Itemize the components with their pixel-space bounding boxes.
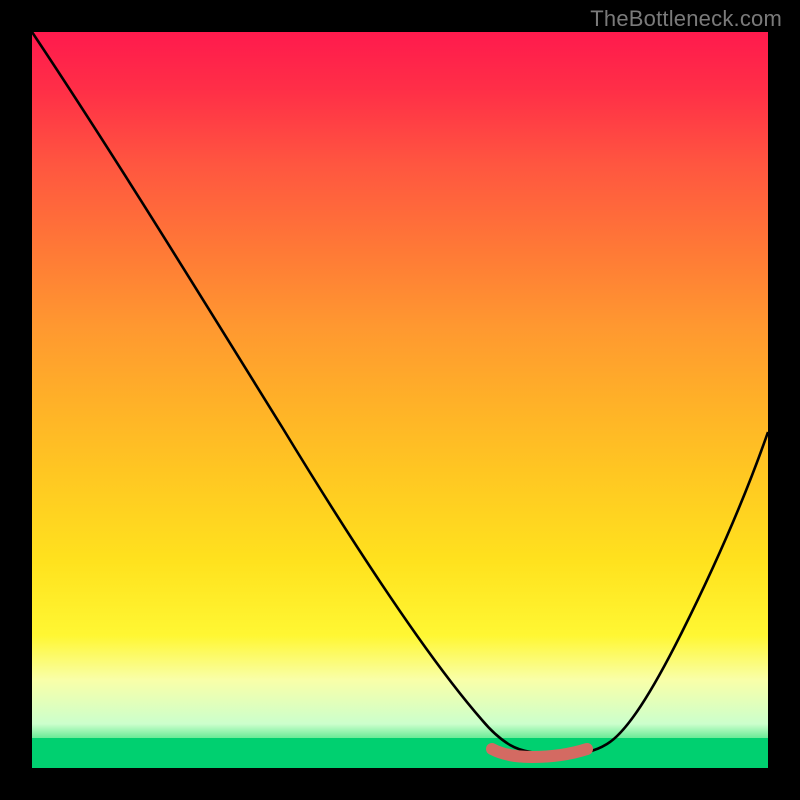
plot-area (32, 32, 768, 768)
chart-svg (32, 32, 768, 768)
optimal-range-highlight (492, 749, 587, 757)
bottleneck-curve (32, 32, 768, 754)
watermark-text: TheBottleneck.com (590, 6, 782, 32)
chart-frame: TheBottleneck.com (0, 0, 800, 800)
